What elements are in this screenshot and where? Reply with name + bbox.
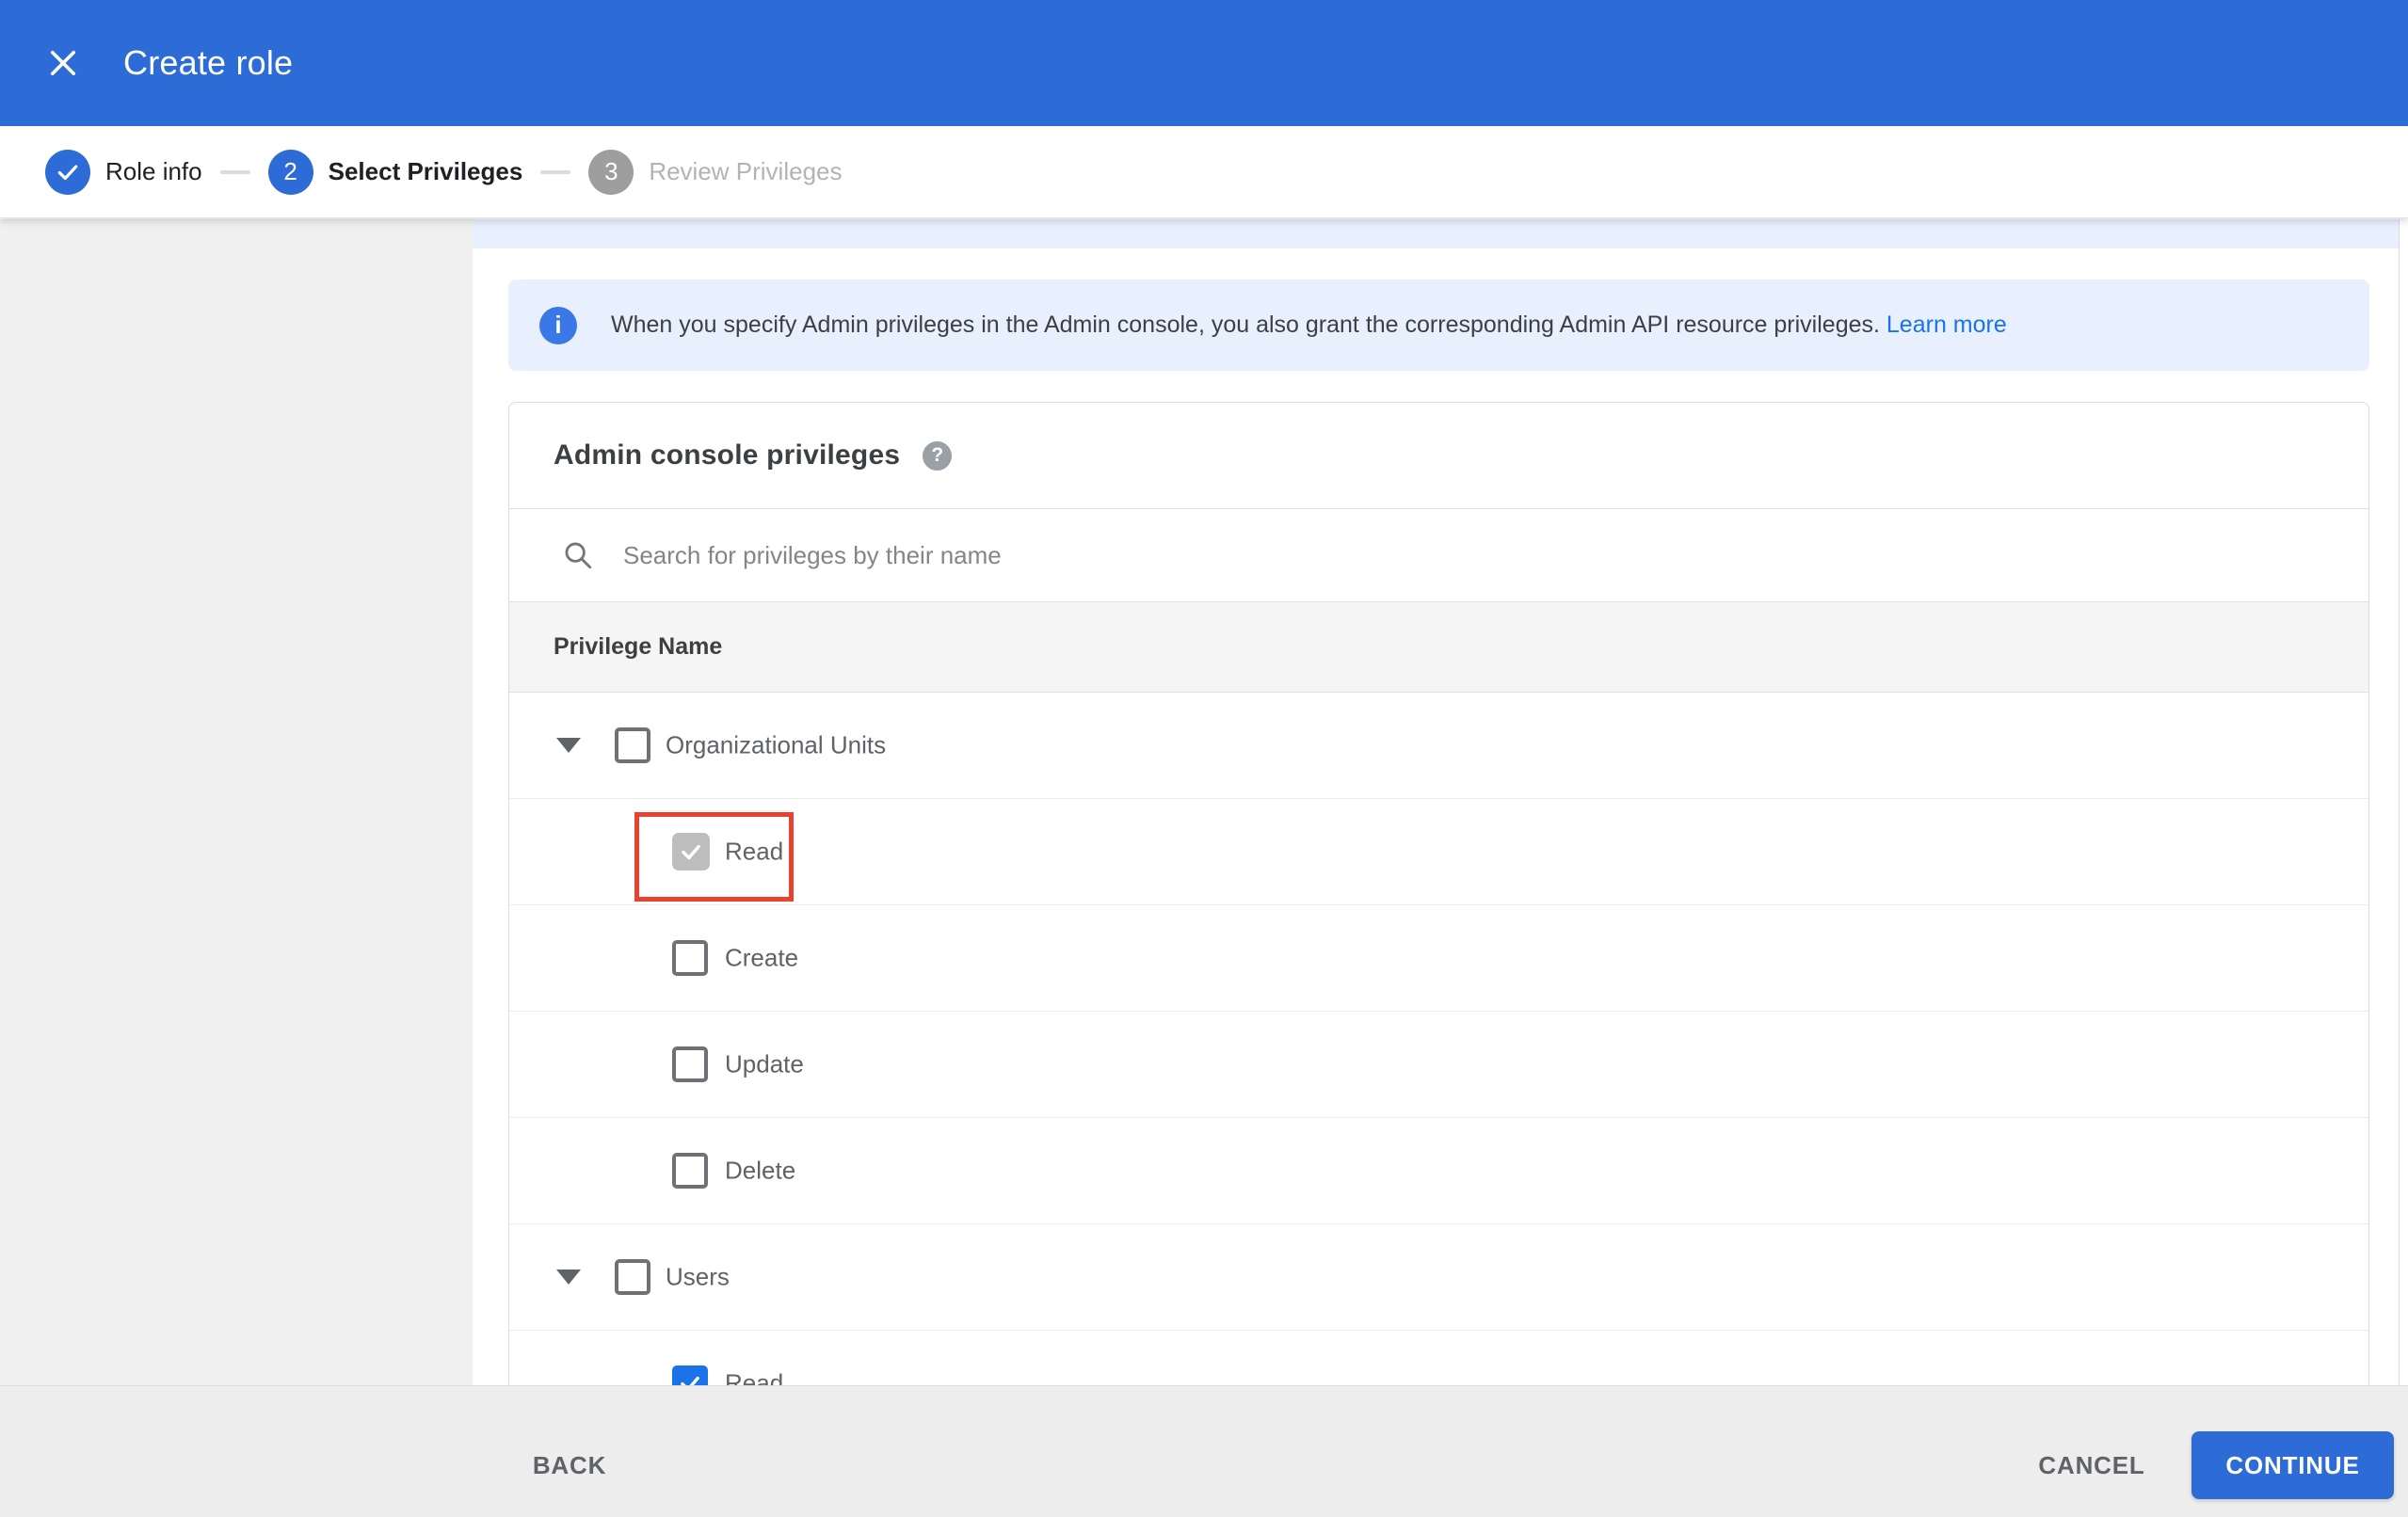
card-title: Admin console privileges (554, 439, 901, 471)
step-review-privileges: 3 Review Privileges (588, 149, 843, 195)
info-banner-message: When you specify Admin privileges in the… (611, 311, 1880, 338)
close-icon (50, 50, 76, 76)
back-button[interactable]: BACK (508, 1431, 631, 1499)
privilege-rows: Organizational Units Read Create Update Dele… (509, 693, 2368, 1385)
privilege-row-read: Read (509, 1331, 2368, 1385)
step-1-label: Role info (105, 157, 202, 185)
privileges-card: Admin console privileges ? Privilege Nam… (508, 402, 2369, 1385)
expand-arrow-icon[interactable] (556, 1269, 581, 1285)
close-button[interactable] (44, 44, 82, 82)
scrollbar-track[interactable] (2399, 219, 2408, 1385)
step-role-info[interactable]: Role info (45, 149, 202, 195)
info-banner-text: When you specify Admin privileges in the… (611, 311, 2007, 339)
info-banner: i When you specify Admin privileges in t… (508, 279, 2369, 371)
step-connector (540, 169, 571, 174)
step-2-label: Select Privileges (328, 157, 523, 185)
card-header: Admin console privileges ? (509, 403, 2368, 509)
privilege-label-update: Update (725, 1049, 804, 1078)
privilege-label-users: Users (666, 1262, 730, 1291)
users-checkbox[interactable] (615, 1259, 650, 1295)
privilege-label-read: Read (725, 837, 784, 866)
privilege-row-organizational-units: Organizational Units (509, 693, 2368, 799)
read-checkbox (672, 833, 710, 870)
create-checkbox[interactable] (672, 940, 708, 976)
dialog-header: Create role (0, 0, 2408, 126)
privilege-search-input[interactable] (623, 540, 2129, 570)
privilege-row-create: Create (509, 905, 2368, 1012)
scrolled-card-edge (473, 219, 2399, 248)
delete-checkbox[interactable] (672, 1153, 708, 1189)
continue-button[interactable]: CONTINUE (2191, 1431, 2394, 1499)
step-3-circle: 3 (588, 149, 634, 195)
page-title: Create role (123, 43, 294, 82)
step-3-label: Review Privileges (649, 157, 843, 185)
check-icon (681, 1376, 699, 1385)
step-1-circle (45, 149, 90, 195)
stepper: Role info 2 Select Privileges 3 Review P… (0, 126, 2408, 218)
check-icon (682, 844, 700, 860)
privilege-row-update: Update (509, 1012, 2368, 1118)
privilege-label-read: Read (725, 1368, 784, 1386)
step-connector (219, 169, 250, 174)
step-2-circle: 2 (267, 149, 313, 195)
learn-more-link[interactable]: Learn more (1886, 311, 2007, 338)
info-icon: i (539, 306, 577, 344)
help-icon[interactable]: ? (923, 440, 953, 471)
create-role-dialog: Create role Role info 2 Select Privilege… (0, 0, 2408, 1517)
column-header-privilege-name: Privilege Name (554, 633, 723, 660)
read-checkbox[interactable] (672, 1365, 708, 1385)
cancel-button[interactable]: CANCEL (2026, 1431, 2158, 1499)
search-icon (565, 542, 592, 569)
privilege-search-row (509, 509, 2368, 601)
check-icon (57, 164, 78, 180)
privilege-label-organizational-units: Organizational Units (666, 730, 887, 759)
organizational-units-checkbox[interactable] (615, 727, 650, 763)
update-checkbox[interactable] (672, 1046, 708, 1082)
privilege-label-delete: Delete (725, 1156, 796, 1185)
footer-bar: BACK CANCEL CONTINUE (0, 1385, 2408, 1517)
expand-arrow-icon[interactable] (556, 738, 581, 753)
privilege-row-users: Users (509, 1224, 2368, 1331)
privilege-row-delete: Delete (509, 1118, 2368, 1224)
privilege-row-read: Read (509, 799, 2368, 905)
privilege-label-create: Create (725, 943, 799, 972)
left-panel (0, 219, 473, 1385)
table-header-row: Privilege Name (509, 601, 2368, 693)
step-select-privileges[interactable]: 2 Select Privileges (267, 149, 523, 195)
